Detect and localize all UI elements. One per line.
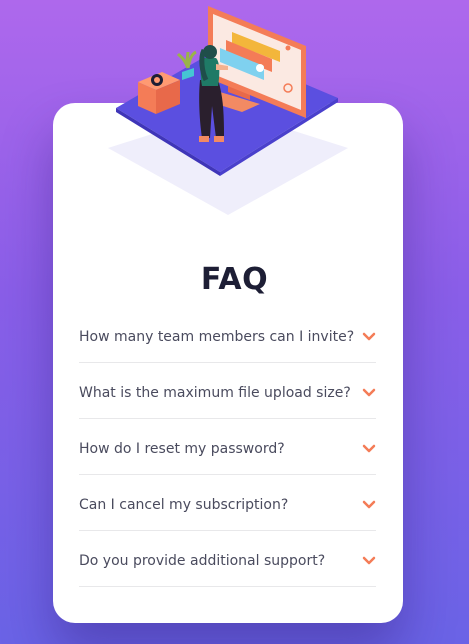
faq-question: What is the maximum file upload size? <box>79 384 351 401</box>
chevron-down-icon[interactable] <box>362 332 376 342</box>
faq-item[interactable]: What is the maximum file upload size? <box>79 367 376 419</box>
faq-question: Can I cancel my subscription? <box>79 496 289 513</box>
page-title: FAQ <box>200 262 269 297</box>
faq-item[interactable]: How do I reset my password? <box>79 423 376 475</box>
faq-item[interactable]: Can I cancel my subscription? <box>79 479 376 531</box>
chevron-down-icon[interactable] <box>362 444 376 454</box>
woman-online-illustration <box>108 6 348 215</box>
faq-item[interactable]: How many team members can I invite? <box>79 311 376 363</box>
faq-item[interactable]: Do you provide additional support? <box>79 535 376 587</box>
faq-list: How many team members can I invite? What… <box>79 311 376 591</box>
chevron-down-icon[interactable] <box>362 388 376 398</box>
faq-question: Do you provide additional support? <box>79 552 326 569</box>
faq-question: How many team members can I invite? <box>79 328 355 345</box>
chevron-down-icon[interactable] <box>362 556 376 566</box>
chevron-down-icon[interactable] <box>362 500 376 510</box>
faq-question: How do I reset my password? <box>79 440 285 457</box>
